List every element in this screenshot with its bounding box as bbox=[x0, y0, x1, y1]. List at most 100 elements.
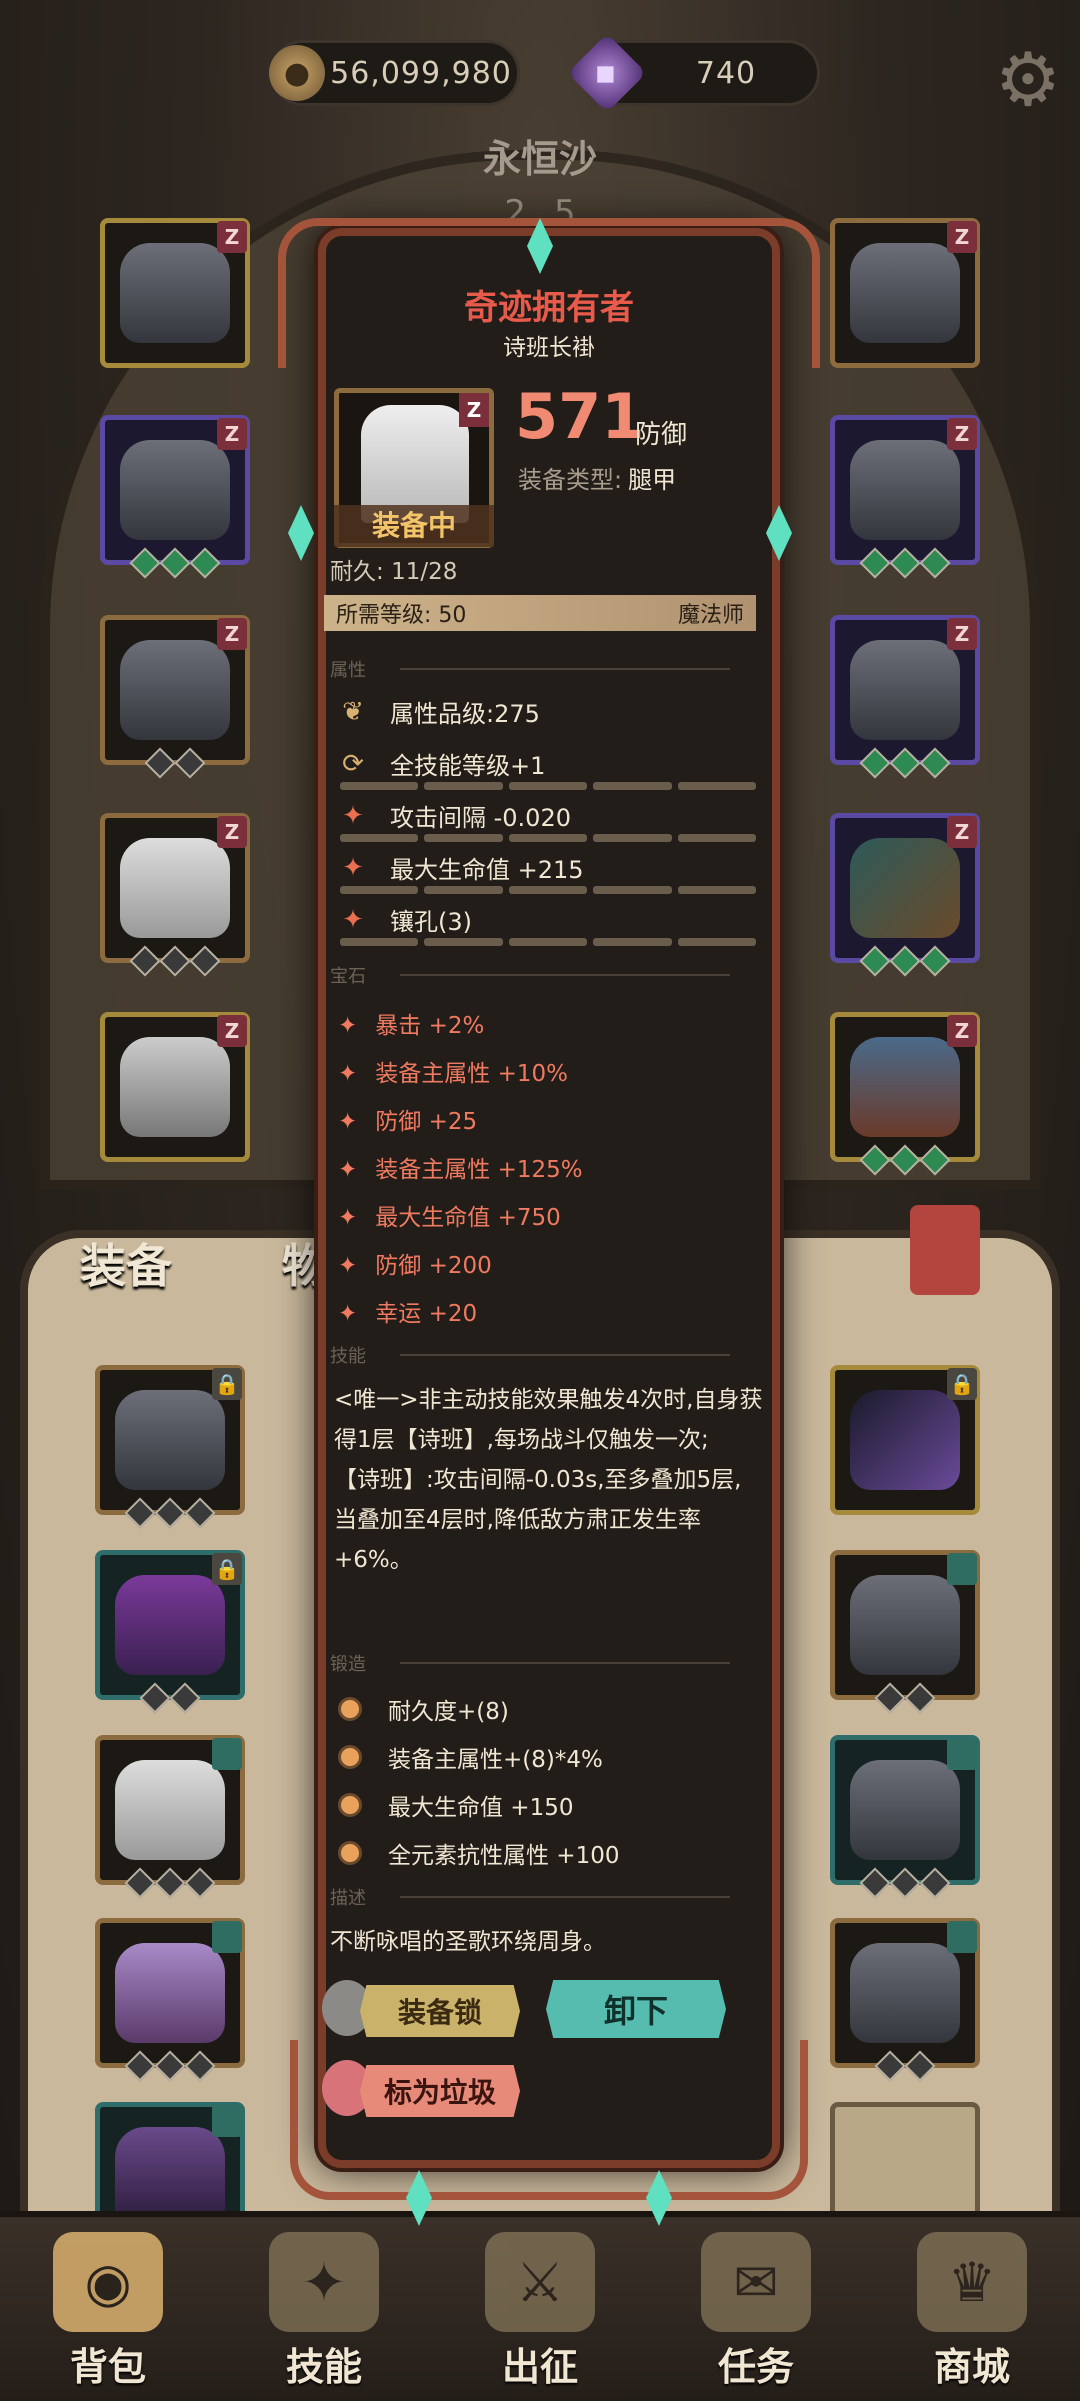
requirement-bar: 所需等级: 50 魔法师 bbox=[324, 595, 756, 631]
mark-junk-button[interactable]: 标为垃圾 bbox=[360, 2065, 520, 2117]
equip-slot-ring[interactable]: Z bbox=[830, 615, 980, 779]
rarity-badge: Z bbox=[947, 418, 977, 450]
gear-icon[interactable]: ⚙ bbox=[988, 37, 1068, 123]
attribute-row: ✦ 镶孔(3) bbox=[336, 902, 472, 937]
equip-slot-head[interactable]: Z bbox=[100, 218, 250, 368]
gem-stat: ✦ 防御 +200 bbox=[338, 1253, 492, 1279]
gem-sockets bbox=[835, 1144, 975, 1176]
gem-sockets bbox=[100, 2050, 240, 2082]
trash-icon[interactable] bbox=[910, 1205, 980, 1295]
pauldron-icon bbox=[850, 243, 960, 343]
forge-dot-icon bbox=[338, 1745, 362, 1769]
helmet-icon bbox=[120, 243, 230, 343]
rarity-badge: Z bbox=[947, 618, 977, 650]
gem-sockets bbox=[835, 2050, 975, 2082]
armor-icon bbox=[120, 440, 230, 540]
section-description: 描述 bbox=[330, 1884, 750, 1909]
equip-slot-offhand[interactable]: Z bbox=[830, 1012, 980, 1176]
gem-sockets bbox=[100, 1497, 240, 1529]
star-icon: ✦ bbox=[338, 1061, 358, 1087]
equip-type-value: 腿甲 bbox=[628, 466, 677, 494]
section-attributes: 属性 bbox=[330, 656, 750, 681]
rarity-badge: Z bbox=[217, 1015, 247, 1047]
hood-icon bbox=[850, 1575, 960, 1675]
star-icon: ✦ bbox=[338, 1157, 358, 1183]
boots-icon bbox=[120, 1037, 230, 1137]
rarity-badge bbox=[947, 1921, 977, 1953]
gem-sockets bbox=[835, 945, 975, 977]
nav-bag-label: 背包 bbox=[69, 2345, 146, 2389]
gem-counter: ◆ 740 bbox=[567, 33, 820, 113]
tab-equipment[interactable]: 装备 bbox=[80, 1239, 172, 1293]
nav-shop[interactable]: ♛ 商城 bbox=[882, 2232, 1062, 2391]
req-level-value: 50 bbox=[438, 603, 467, 628]
section-forge: 锻造 bbox=[330, 1650, 750, 1675]
inventory-slot[interactable] bbox=[830, 1550, 980, 1714]
item-flavor-text: 不断咏唱的圣歌环绕周身。 bbox=[330, 1929, 606, 1955]
rarity-badge bbox=[212, 1738, 242, 1770]
backpack-icon: ◉ bbox=[53, 2232, 163, 2332]
gem-sockets bbox=[100, 1682, 240, 1714]
star-icon: ✦ bbox=[338, 1109, 358, 1135]
divider bbox=[340, 834, 757, 842]
rarity-badge: Z bbox=[217, 618, 247, 650]
star-icon: ✦ bbox=[338, 1013, 358, 1039]
equip-slot-legs[interactable]: Z bbox=[100, 813, 250, 977]
rarity-badge: Z bbox=[217, 418, 247, 450]
rarity-badge: Z bbox=[947, 816, 977, 848]
gem-value: 740 bbox=[695, 55, 757, 91]
skill-description: <唯一>非主动技能效果触发4次时,自身获得1层【诗班】,每场战斗仅触发一次; 【… bbox=[334, 1380, 764, 1580]
inventory-slot[interactable] bbox=[830, 1918, 980, 2082]
nav-skills[interactable]: ✦ 技能 bbox=[234, 2232, 414, 2391]
gem-stat: ✦ 幸运 +20 bbox=[338, 1301, 478, 1327]
section-skills: 技能 bbox=[330, 1342, 750, 1367]
staff-icon bbox=[850, 1390, 960, 1490]
defense-value: 571 bbox=[515, 380, 645, 453]
equip-slot-belt[interactable]: Z bbox=[830, 415, 980, 579]
equip-type: 装备类型: 腿甲 bbox=[518, 460, 676, 495]
nav-quests[interactable]: ✉ 任务 bbox=[666, 2232, 846, 2391]
nav-battle[interactable]: ⚔ 出征 bbox=[450, 2232, 630, 2391]
nav-bag[interactable]: ◉ 背包 bbox=[18, 2232, 198, 2391]
equip-slot-hands[interactable]: Z bbox=[100, 615, 250, 779]
equip-slot-weapon[interactable]: Z bbox=[830, 813, 980, 977]
equip-slot-shoulder[interactable]: Z bbox=[830, 218, 980, 368]
rarity-badge bbox=[947, 1553, 977, 1585]
inventory-slot[interactable]: 🔒 bbox=[830, 1365, 980, 1515]
gate-icon: ⚔ bbox=[485, 2232, 595, 2332]
rarity-badge bbox=[212, 1921, 242, 1953]
lock-equipment-button[interactable]: 装备锁 bbox=[360, 1985, 520, 2037]
skill-line: 【诗班】:攻击间隔-0.03s,至多叠加5层,当叠加至4层时,降低敌方肃正发生率… bbox=[334, 1467, 742, 1573]
rarity-badge: Z bbox=[217, 816, 247, 848]
robe-icon bbox=[850, 1943, 960, 2043]
inventory-slot[interactable] bbox=[95, 1735, 245, 1899]
inventory-slot[interactable] bbox=[95, 1918, 245, 2082]
spellbook-icon bbox=[850, 1037, 960, 1137]
attribute-row: ✦ 攻击间隔 -0.020 bbox=[336, 798, 571, 833]
nav-skills-label: 技能 bbox=[285, 2345, 362, 2389]
stage-name: 永恒沙 bbox=[482, 137, 597, 181]
scroll-icon: ✦ bbox=[269, 2232, 379, 2332]
gem-stat: ✦ 最大生命值 +750 bbox=[338, 1205, 561, 1231]
panel-frame-bottom bbox=[290, 2040, 808, 2200]
equip-slot-feet[interactable]: Z bbox=[100, 1012, 250, 1162]
inventory-slot[interactable] bbox=[830, 1735, 980, 1899]
inventory-slot[interactable]: 🔒 bbox=[95, 1365, 245, 1529]
attribute-text: 最大生命值 +215 bbox=[390, 856, 584, 884]
attribute-row: ❦ 属性品级:275 bbox=[336, 694, 540, 729]
rarity-badge: Z bbox=[947, 221, 977, 253]
rarity-badge: Z bbox=[947, 1015, 977, 1047]
item-name: 诗班长褂 bbox=[503, 335, 595, 361]
durability-label: 耐久: bbox=[330, 559, 384, 585]
skill-line: <唯一>非主动技能效果触发4次时,自身获得1层【诗班】,每场战斗仅触发一次; bbox=[334, 1387, 763, 1453]
equip-type-label: 装备类型: bbox=[518, 466, 623, 494]
divider bbox=[340, 782, 757, 790]
equip-slot-chest[interactable]: Z bbox=[100, 415, 250, 579]
attribute-text: 全技能等级+1 bbox=[390, 752, 546, 780]
sparkle-icon: ✦ bbox=[342, 852, 364, 883]
quest-scroll-icon: ✉ bbox=[701, 2232, 811, 2332]
unequip-button[interactable]: 卸下 bbox=[546, 1980, 726, 2038]
inventory-slot[interactable]: 🔒 bbox=[95, 1550, 245, 1714]
nav-shop-label: 商城 bbox=[933, 2345, 1010, 2389]
forge-stat: 最大生命值 +150 bbox=[338, 1788, 573, 1822]
